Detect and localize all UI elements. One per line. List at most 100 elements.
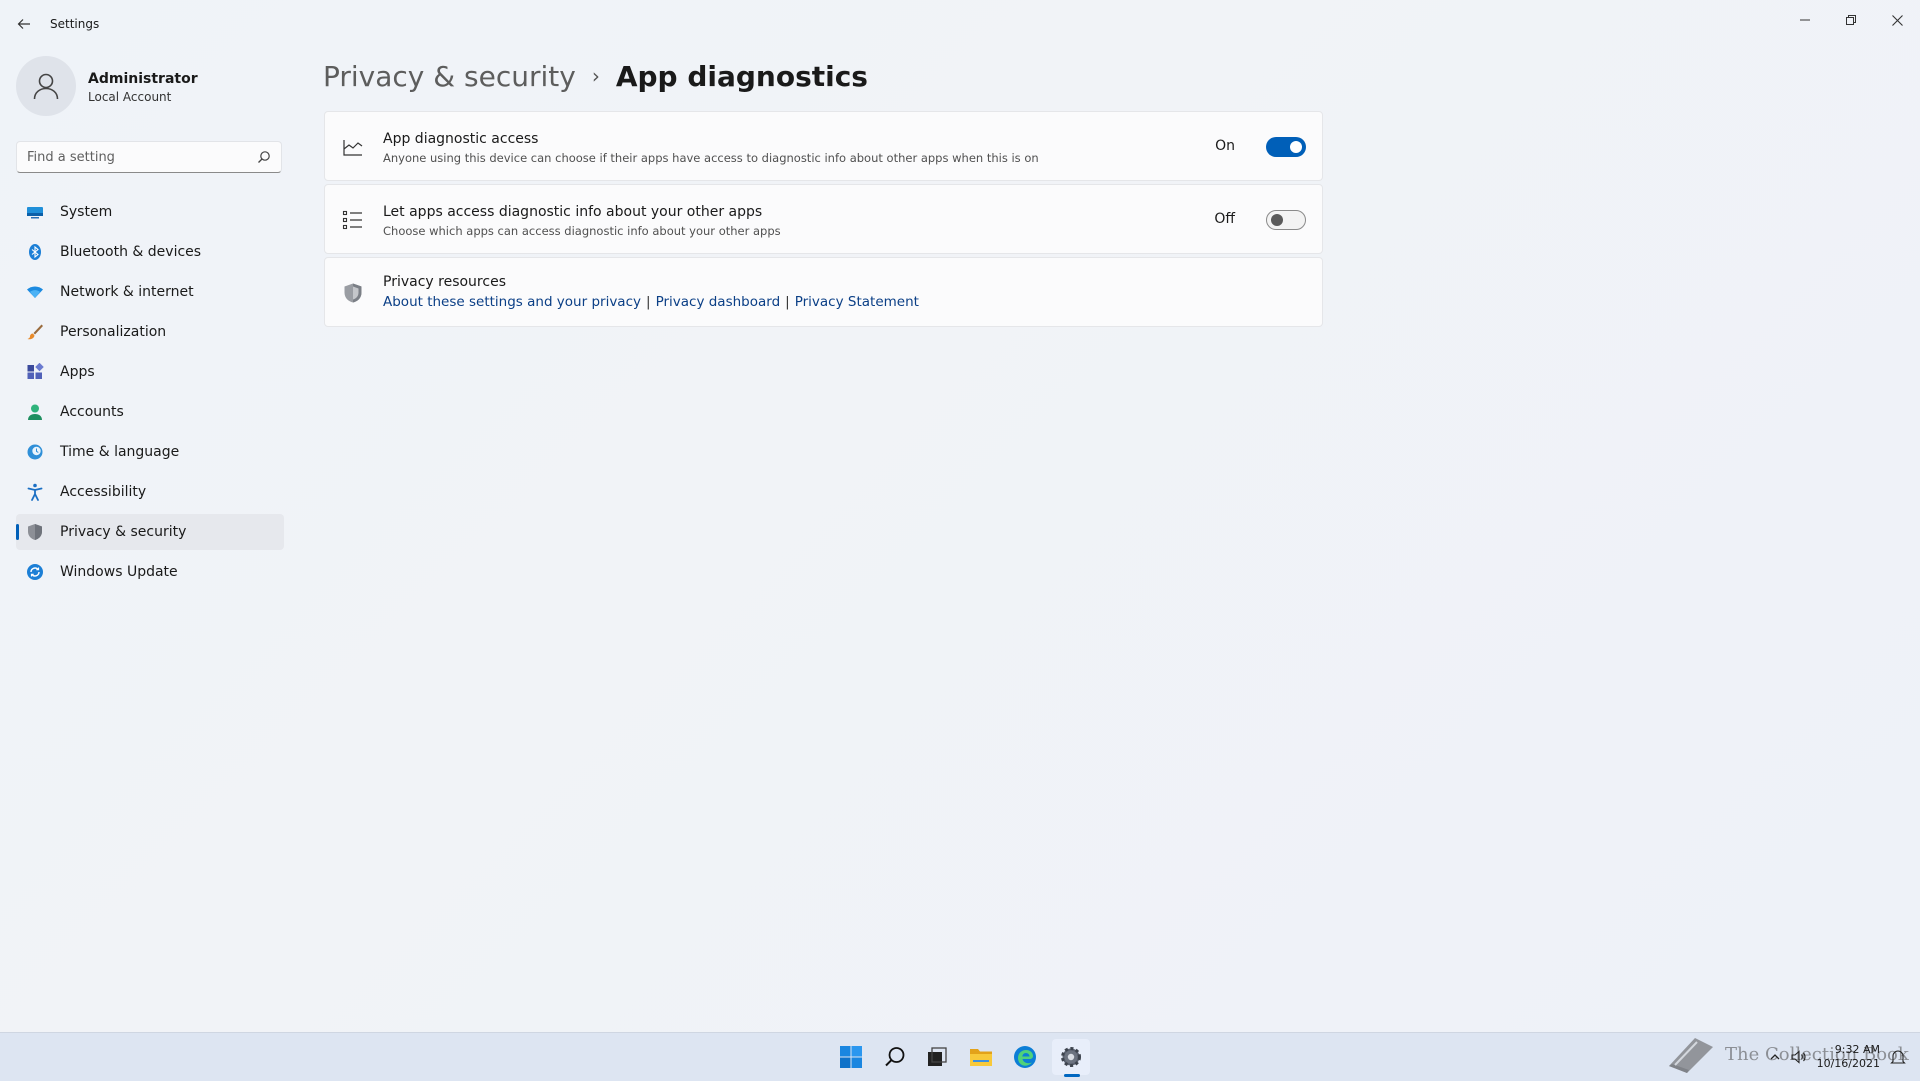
task-view-icon <box>928 1047 947 1066</box>
back-arrow-icon <box>17 19 30 29</box>
app-diagnostic-access-toggle[interactable] <box>1266 137 1306 157</box>
volume-button[interactable] <box>1789 1047 1809 1067</box>
setting-description: Choose which apps can access diagnostic … <box>383 224 781 238</box>
sidebar-nav: System Bluetooth & devices Network & int… <box>16 194 284 594</box>
list-icon <box>342 210 362 230</box>
sidebar-item-time-language[interactable]: Time & language <box>16 434 284 470</box>
privacy-dashboard-link[interactable]: Privacy dashboard <box>656 294 781 310</box>
sidebar-item-label: Apps <box>60 364 95 380</box>
search-icon[interactable] <box>257 150 271 164</box>
sidebar-item-windows-update[interactable]: Windows Update <box>16 554 284 590</box>
privacy-statement-link[interactable]: Privacy Statement <box>795 294 919 310</box>
brush-icon <box>27 324 43 340</box>
setting-title: App diagnostic access <box>383 131 539 147</box>
toggle-knob <box>1290 141 1302 153</box>
link-separator: | <box>785 294 790 310</box>
close-icon <box>1891 14 1903 26</box>
sidebar-item-label: Accessibility <box>60 484 147 500</box>
edge-icon <box>1014 1046 1036 1068</box>
page-title: App diagnostics <box>615 59 868 93</box>
diagnostics-chart-icon <box>343 140 363 156</box>
let-apps-access-toggle[interactable] <box>1266 210 1306 230</box>
privacy-links: About these settings and your privacy | … <box>383 294 919 310</box>
breadcrumb: Privacy & security › App diagnostics <box>323 54 868 98</box>
accessibility-icon <box>27 483 43 501</box>
avatar <box>16 56 76 116</box>
chevron-up-icon <box>1770 1054 1780 1060</box>
setting-title: Let apps access diagnostic info about yo… <box>383 204 763 220</box>
sidebar-item-system[interactable]: System <box>16 194 284 230</box>
sidebar-item-label: Windows Update <box>60 564 178 580</box>
bluetooth-icon <box>29 244 41 260</box>
person-icon <box>28 404 42 420</box>
sidebar-item-label: System <box>60 204 113 220</box>
let-apps-access-card[interactable]: Let apps access diagnostic info about yo… <box>324 184 1323 254</box>
task-view-button[interactable] <box>918 1039 956 1075</box>
privacy-resources-card: Privacy resources About these settings a… <box>324 257 1323 327</box>
sidebar-item-apps[interactable]: Apps <box>16 354 284 390</box>
search-input[interactable] <box>27 142 249 172</box>
close-button[interactable] <box>1874 4 1920 36</box>
taskbar-search-button[interactable] <box>876 1039 914 1075</box>
settings-window: Settings Administrator Local Account Sys… <box>0 0 1920 1032</box>
active-app-indicator <box>1064 1074 1080 1077</box>
window-title: Settings <box>50 17 100 31</box>
start-button[interactable] <box>832 1039 870 1075</box>
sidebar-item-bluetooth[interactable]: Bluetooth & devices <box>16 234 284 270</box>
sidebar-item-label: Network & internet <box>60 284 194 300</box>
toggle-knob <box>1271 214 1283 226</box>
start-icon <box>840 1046 862 1068</box>
breadcrumb-parent[interactable]: Privacy & security <box>323 60 576 93</box>
sidebar-item-label: Bluetooth & devices <box>60 244 202 260</box>
toggle-state-label: Off <box>1214 211 1235 227</box>
settings-app-button[interactable] <box>1052 1039 1090 1075</box>
search-box <box>16 141 282 173</box>
wifi-icon <box>27 286 43 298</box>
notifications-button[interactable] <box>1888 1047 1908 1067</box>
about-settings-privacy-link[interactable]: About these settings and your privacy <box>383 294 641 310</box>
profile-account-type: Local Account <box>88 90 172 104</box>
active-indicator <box>16 524 19 540</box>
sidebar-item-network[interactable]: Network & internet <box>16 274 284 310</box>
taskbar <box>0 1032 1920 1081</box>
search-icon <box>885 1047 905 1067</box>
toggle-state-label: On <box>1215 138 1235 154</box>
volume-icon <box>1791 1050 1806 1064</box>
clock-time: 9:32 AM <box>1834 1043 1880 1056</box>
sidebar-item-personalization[interactable]: Personalization <box>16 314 284 350</box>
sidebar-item-label: Personalization <box>60 324 167 340</box>
book-logo-icon <box>1669 1038 1713 1073</box>
link-separator: | <box>646 294 651 310</box>
sidebar-item-label: Accounts <box>60 404 124 420</box>
apps-icon <box>27 363 44 379</box>
user-profile[interactable]: Administrator Local Account <box>16 56 286 118</box>
restore-icon <box>1846 15 1856 25</box>
notification-icon <box>1890 1050 1906 1064</box>
settings-gear-icon <box>1061 1047 1081 1067</box>
show-hidden-icons-button[interactable] <box>1765 1047 1785 1067</box>
clock[interactable]: 9:32 AM 10/16/2021 <box>1817 1043 1880 1071</box>
sidebar-item-label: Time & language <box>60 444 180 460</box>
restore-button[interactable] <box>1828 4 1874 36</box>
title-bar: Settings <box>0 0 1920 48</box>
system-tray: 9:32 AM 10/16/2021 <box>1761 1042 1908 1072</box>
sidebar-item-accounts[interactable]: Accounts <box>16 394 284 430</box>
edge-browser-button[interactable] <box>1006 1039 1044 1075</box>
sidebar-item-privacy-security[interactable]: Privacy & security <box>16 514 284 550</box>
app-diagnostic-access-card[interactable]: App diagnostic access Anyone using this … <box>324 111 1323 181</box>
back-button[interactable] <box>12 12 36 36</box>
shield-icon <box>344 283 362 303</box>
sidebar-item-accessibility[interactable]: Accessibility <box>16 474 284 510</box>
clock-date: 10/16/2021 <box>1816 1057 1880 1070</box>
shield-icon <box>28 524 42 540</box>
breadcrumb-separator: › <box>591 64 600 88</box>
minimize-button[interactable] <box>1782 4 1828 36</box>
profile-name: Administrator <box>88 71 198 87</box>
setting-description: Anyone using this device can choose if t… <box>383 151 1039 165</box>
privacy-resources-title: Privacy resources <box>383 274 506 290</box>
update-icon <box>27 564 43 580</box>
sidebar-item-label: Privacy & security <box>60 524 187 540</box>
minimize-icon <box>1800 19 1810 21</box>
file-explorer-icon <box>970 1049 992 1066</box>
file-explorer-button[interactable] <box>962 1039 1000 1075</box>
